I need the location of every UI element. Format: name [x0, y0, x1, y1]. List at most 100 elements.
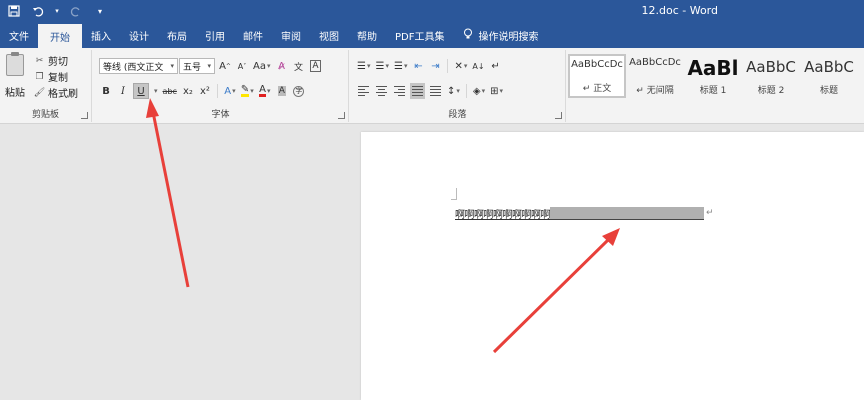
style-name: ↵ 无间隔 [636, 86, 674, 96]
phonetic-guide-button[interactable]: 文 [291, 58, 305, 74]
tab-help[interactable]: 帮助 [348, 22, 386, 48]
cut-button[interactable]: ✂ 剪切 [34, 54, 78, 69]
title-bar: ▾ ▾ 12.doc - Word [0, 0, 864, 22]
chinese-layout-button[interactable]: ✕ ▾ [453, 58, 468, 74]
tab-home[interactable]: 开始 [38, 24, 82, 48]
char-border-button[interactable]: A [308, 58, 322, 74]
clear-formatting-icon: A̷ [278, 60, 285, 72]
phonetic-guide-icon: 文 [293, 62, 303, 73]
show-marks-button[interactable]: ↵ [489, 58, 503, 74]
change-case-button[interactable]: Aa ▾ [252, 58, 271, 74]
underlined-blank-selection[interactable] [550, 206, 704, 220]
font-size-select[interactable]: 五号 ▾ [179, 58, 215, 74]
numbering-icon: ☰ [375, 60, 385, 72]
format-painter-button[interactable]: 🖌 格式刷 [33, 86, 78, 101]
chinese-layout-icon: ✕ [454, 60, 463, 72]
underline-button[interactable]: U [133, 83, 149, 99]
font-name-select[interactable]: 等线 (西文正文 ▾ [99, 58, 178, 74]
tab-insert[interactable]: 插入 [82, 22, 120, 48]
char-border-icon: A [310, 60, 321, 72]
tab-design[interactable]: 设计 [120, 22, 158, 48]
grow-font-button[interactable]: A ^ [218, 58, 232, 74]
sort-button[interactable]: A↓ [471, 58, 485, 74]
font-group-label: 字体 [211, 110, 230, 120]
separator [465, 84, 467, 98]
italic-button[interactable]: I [116, 83, 130, 99]
tab-review[interactable]: 审阅 [272, 22, 310, 48]
text-line[interactable]: 啊啊啊啊啊啊啊啊啊啊 ↵ [455, 206, 714, 221]
document-page[interactable]: 啊啊啊啊啊啊啊啊啊啊 ↵ [361, 132, 864, 400]
bold-button[interactable]: B [99, 83, 113, 99]
font-color-icon: A [259, 84, 266, 97]
increase-indent-button[interactable]: ⇥ [428, 58, 442, 74]
shrink-font-button[interactable]: A ˅ [235, 58, 249, 74]
tab-mailings[interactable]: 邮件 [234, 22, 272, 48]
tab-references[interactable]: 引用 [196, 22, 234, 48]
bold-icon: B [102, 85, 110, 97]
strikethrough-button[interactable]: abc [162, 83, 178, 99]
style-name: ↵ 正文 [582, 84, 612, 94]
strikethrough-icon: abc [162, 86, 177, 96]
tab-file[interactable]: 文件 [0, 22, 38, 48]
align-center-button[interactable] [374, 83, 389, 99]
style-normal[interactable]: AaBbCcDc ↵ 正文 [568, 54, 626, 98]
highlight-button[interactable]: ✎ ▾ [240, 83, 255, 99]
numbering-button[interactable]: ☰ ▾ [374, 58, 389, 74]
paste-button[interactable]: 粘贴 [4, 52, 26, 102]
subscript-button[interactable]: x₂ [181, 83, 195, 99]
char-shading-button[interactable]: A [275, 83, 289, 99]
clipboard-group: 粘贴 ✂ 剪切 ❐ 复制 🖌 格式刷 剪贴板 [0, 50, 92, 122]
tell-me-search[interactable]: 操作说明搜索 [453, 22, 538, 48]
separator [447, 59, 449, 73]
font-color-button[interactable]: A ▾ [258, 83, 272, 99]
underline-icon: U [137, 85, 145, 97]
shading-button[interactable]: ◈ ▾ [472, 83, 486, 99]
styles-gallery: AaBbCcDc ↵ 正文 AaBbCcDc ↵ 无间隔 AaBl 标题 1 A… [568, 54, 864, 102]
ribbon-tabs: 文件 开始 插入 设计 布局 引用 邮件 审阅 视图 帮助 PDF工具集 操作说… [0, 22, 864, 48]
style-sample: AaBl [687, 57, 739, 79]
line-spacing-button[interactable]: ↕ ▾ [446, 83, 461, 99]
paragraph-row-top: ☰ ▾ ☰ ▾ ☰ ▾ ⇤ ⇥ ✕ ▾ A↓ ↵ [356, 58, 503, 74]
superscript-button[interactable]: x² [198, 83, 212, 99]
subscript-icon: x₂ [182, 85, 193, 97]
paintbrush-icon: 🖌 [33, 87, 46, 98]
style-heading-2[interactable]: AaBbC 标题 2 [742, 54, 800, 98]
sort-icon: A↓ [472, 61, 485, 71]
font-launcher-icon[interactable] [338, 112, 345, 119]
document-text[interactable]: 啊啊啊啊啊啊啊啊啊啊 [455, 206, 551, 221]
format-painter-label: 格式刷 [48, 89, 78, 100]
borders-button[interactable]: ⊞ ▾ [489, 83, 504, 99]
style-title[interactable]: AaBbC 标题 [800, 54, 858, 98]
paragraph-launcher-icon[interactable] [555, 112, 562, 119]
bullets-button[interactable]: ☰ ▾ [356, 58, 371, 74]
underline-dropdown[interactable]: ▾ [152, 83, 159, 99]
tab-layout[interactable]: 布局 [158, 22, 196, 48]
enclose-char-icon: 字 [293, 85, 305, 97]
tab-view[interactable]: 视图 [310, 22, 348, 48]
separator [216, 84, 218, 98]
justify-button[interactable] [410, 83, 425, 99]
distributed-button[interactable] [428, 83, 443, 99]
paint-bucket-icon: ◈ [472, 85, 481, 97]
multilevel-list-button[interactable]: ☰ ▾ [393, 58, 408, 74]
tell-me-label: 操作说明搜索 [478, 31, 539, 43]
clear-formatting-button[interactable]: A̷ [274, 58, 288, 74]
bullets-icon: ☰ [357, 60, 366, 72]
style-no-spacing[interactable]: AaBbCcDc ↵ 无间隔 [626, 54, 684, 98]
multilevel-list-icon: ☰ [393, 60, 403, 72]
align-right-button[interactable] [392, 83, 407, 99]
clipboard-launcher-icon[interactable] [81, 112, 88, 119]
paste-label: 粘贴 [5, 88, 25, 99]
style-heading-1[interactable]: AaBl 标题 1 [684, 54, 742, 98]
chevron-down-icon: ▾ [154, 87, 158, 95]
paragraph-mark-icon: ↵ [491, 60, 500, 72]
increase-indent-icon: ⇥ [431, 60, 440, 72]
copy-button[interactable]: ❐ 复制 [34, 70, 78, 85]
text-effects-button[interactable]: A ▾ [223, 83, 237, 99]
decrease-indent-button[interactable]: ⇤ [411, 58, 425, 74]
char-shading-icon: A [277, 86, 286, 96]
tab-pdf-tools[interactable]: PDF工具集 [386, 22, 453, 48]
enclose-char-button[interactable]: 字 [292, 83, 306, 99]
align-left-button[interactable] [356, 83, 371, 99]
text-effects-icon: A [224, 85, 232, 97]
